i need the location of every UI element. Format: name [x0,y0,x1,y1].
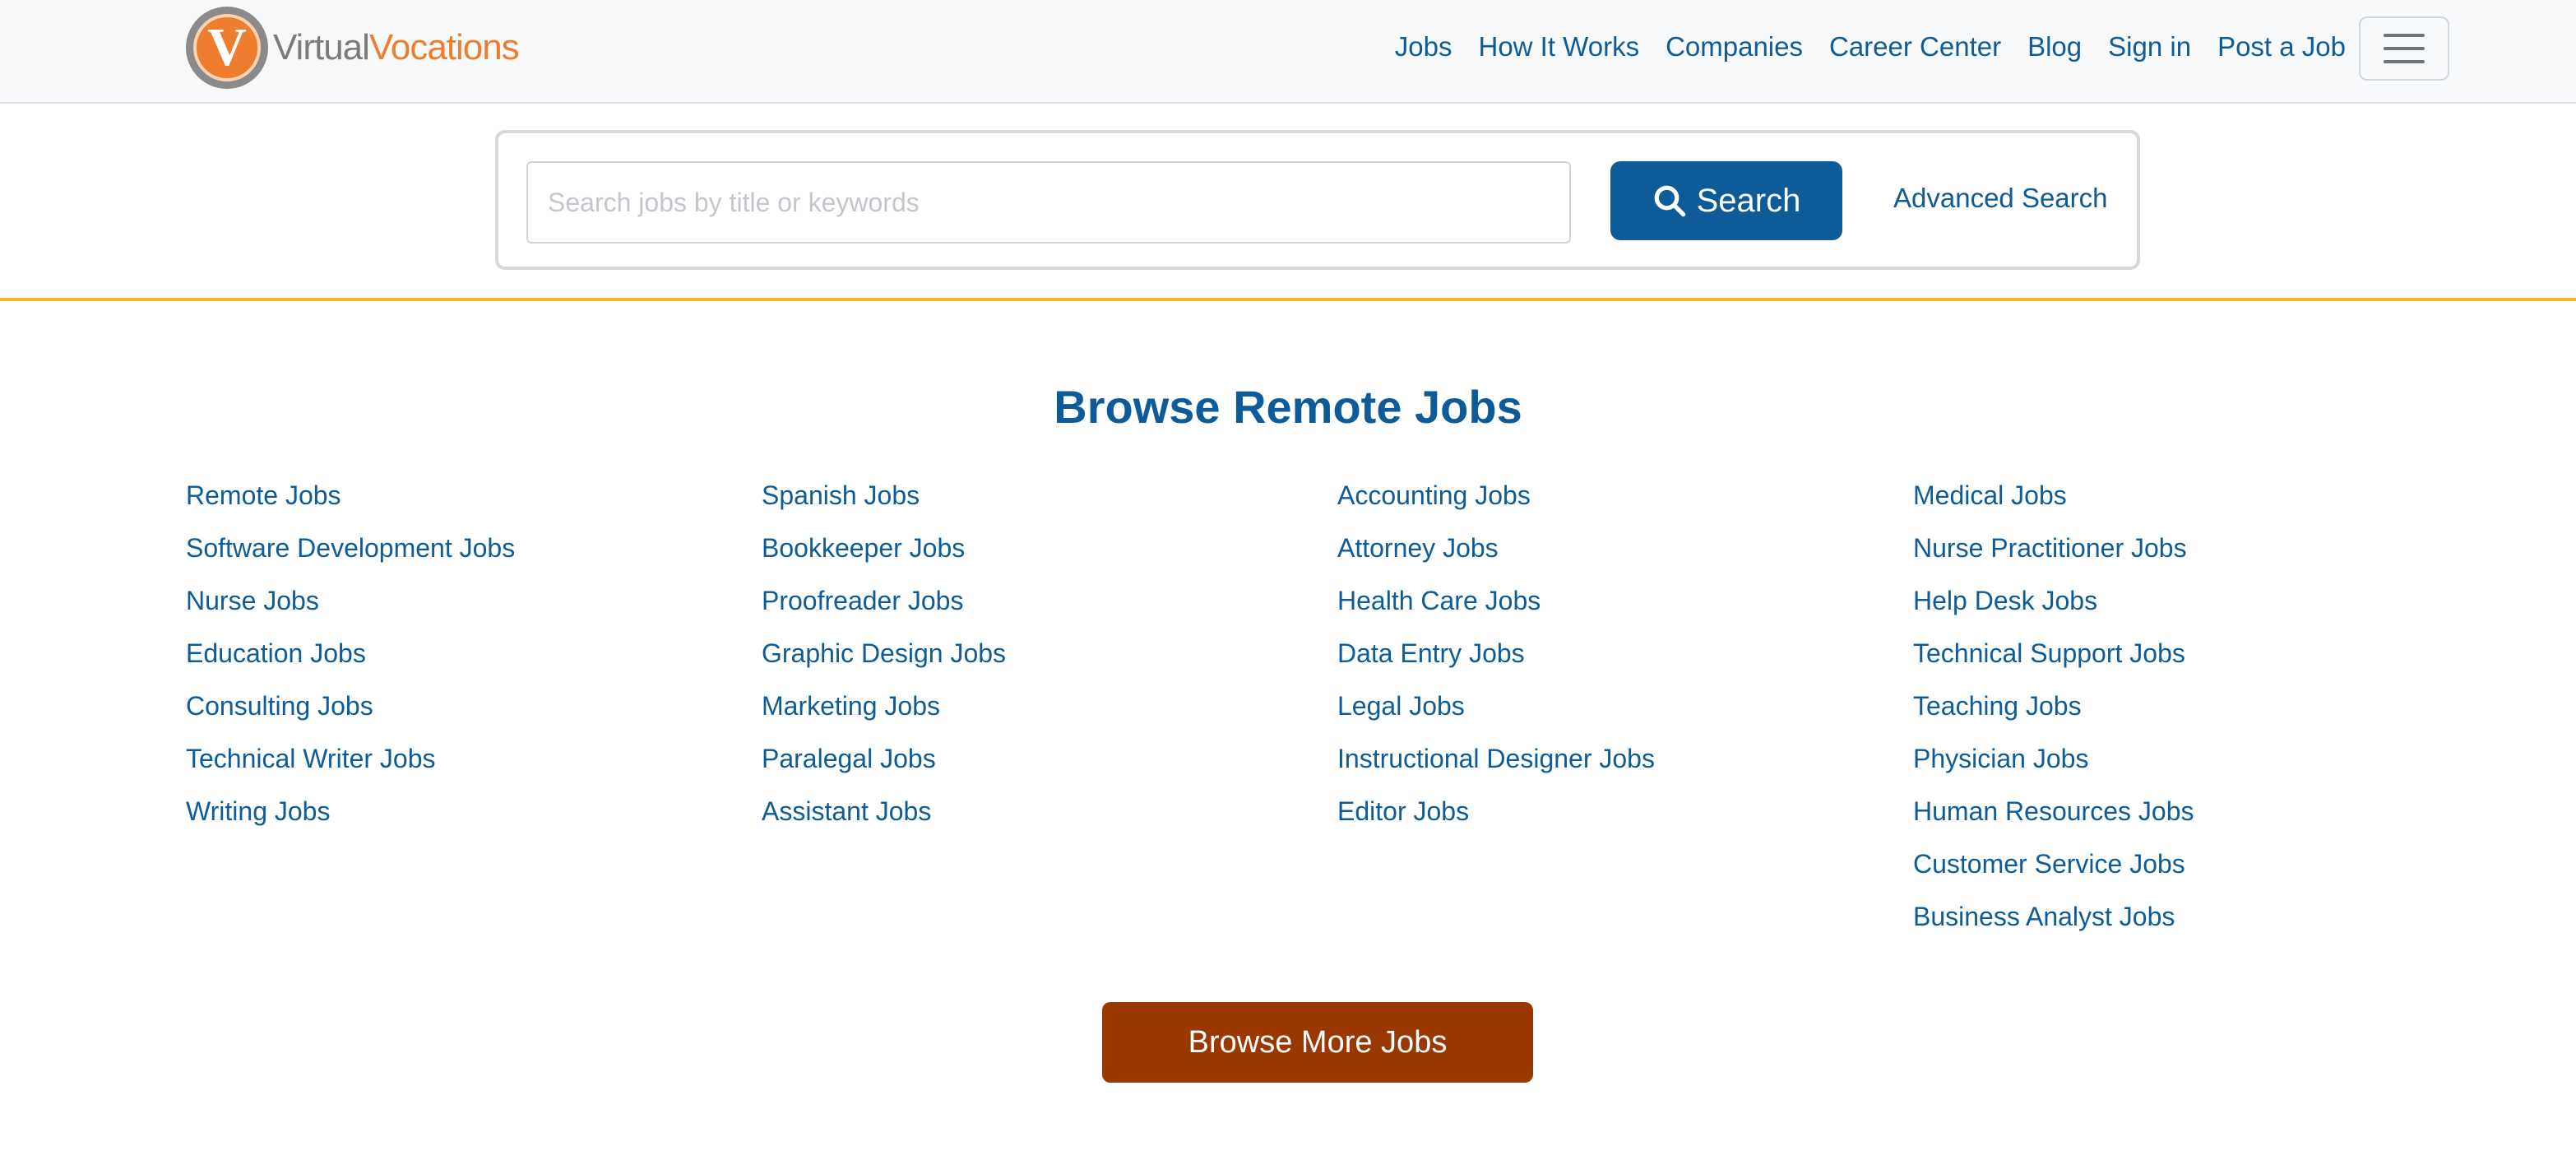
nav-blog[interactable]: Blog [2027,31,2082,63]
browse-title: Browse Remote Jobs [1054,381,1522,433]
job-link-bookkeeper[interactable]: Bookkeeper Jobs [762,527,1321,579]
job-link-nurse-practitioner[interactable]: Nurse Practitioner Jobs [1913,527,2472,579]
job-link-writing[interactable]: Writing Jobs [186,790,745,842]
job-link-assistant[interactable]: Assistant Jobs [762,790,1321,842]
job-link-proofreader[interactable]: Proofreader Jobs [762,579,1321,632]
job-link-education[interactable]: Education Jobs [186,632,745,684]
job-link-technical-support[interactable]: Technical Support Jobs [1913,632,2472,684]
job-link-customer-service[interactable]: Customer Service Jobs [1913,842,2472,895]
nav-how-it-works[interactable]: How It Works [1478,31,1639,63]
browse-more-jobs-button[interactable]: Browse More Jobs [1102,1002,1533,1083]
nav-companies[interactable]: Companies [1666,31,1803,63]
search-button[interactable]: Search [1610,161,1842,240]
main-nav: Jobs How It Works Companies Career Cente… [1369,0,2346,94]
browse-column-2: Spanish Jobs Bookkeeper Jobs Proofreader… [762,474,1321,842]
job-link-software-development[interactable]: Software Development Jobs [186,527,745,579]
job-link-data-entry[interactable]: Data Entry Jobs [1337,632,1897,684]
nav-career-center[interactable]: Career Center [1829,31,2001,63]
search-card: Search Advanced Search [495,130,2140,270]
job-link-technical-writer[interactable]: Technical Writer Jobs [186,737,745,790]
job-link-paralegal[interactable]: Paralegal Jobs [762,737,1321,790]
brand-home-link[interactable]: V VirtualVocations [186,7,520,89]
job-link-nurse[interactable]: Nurse Jobs [186,579,745,632]
job-link-remote[interactable]: Remote Jobs [186,474,745,527]
navbar: V VirtualVocations Jobs How It Works Com… [0,0,2576,104]
hamburger-menu-icon [2384,34,2425,37]
job-link-spanish[interactable]: Spanish Jobs [762,474,1321,527]
job-link-accounting[interactable]: Accounting Jobs [1337,474,1897,527]
job-link-human-resources[interactable]: Human Resources Jobs [1913,790,2472,842]
job-link-graphic-design[interactable]: Graphic Design Jobs [762,632,1321,684]
job-link-teaching[interactable]: Teaching Jobs [1913,684,2472,737]
advanced-search-link[interactable]: Advanced Search [1893,183,2108,214]
search-input[interactable] [526,161,1571,244]
job-link-legal[interactable]: Legal Jobs [1337,684,1897,737]
menu-toggle-button[interactable] [2359,16,2449,81]
browse-column-3: Accounting Jobs Attorney Jobs Health Car… [1337,474,1897,842]
nav-sign-in[interactable]: Sign in [2108,31,2191,63]
job-link-physician[interactable]: Physician Jobs [1913,737,2472,790]
job-link-help-desk[interactable]: Help Desk Jobs [1913,579,2472,632]
job-link-marketing[interactable]: Marketing Jobs [762,684,1321,737]
browse-column-4: Medical Jobs Nurse Practitioner Jobs Hel… [1913,474,2472,948]
virtualvocations-logo-icon: V [186,7,268,89]
job-link-instructional-designer[interactable]: Instructional Designer Jobs [1337,737,1897,790]
nav-jobs[interactable]: Jobs [1395,31,1452,63]
search-icon [1654,185,1685,217]
job-link-consulting[interactable]: Consulting Jobs [186,684,745,737]
brand-name: VirtualVocations [273,27,520,67]
job-link-business-analyst[interactable]: Business Analyst Jobs [1913,895,2472,948]
job-link-medical[interactable]: Medical Jobs [1913,474,2472,527]
nav-post-a-job[interactable]: Post a Job [2217,31,2346,63]
search-button-label: Search [1696,182,1801,219]
job-link-editor[interactable]: Editor Jobs [1337,790,1897,842]
job-link-health-care[interactable]: Health Care Jobs [1337,579,1897,632]
search-section: Search Advanced Search [0,104,2576,301]
job-link-attorney[interactable]: Attorney Jobs [1337,527,1897,579]
browse-column-1: Remote Jobs Software Development Jobs Nu… [186,474,745,842]
